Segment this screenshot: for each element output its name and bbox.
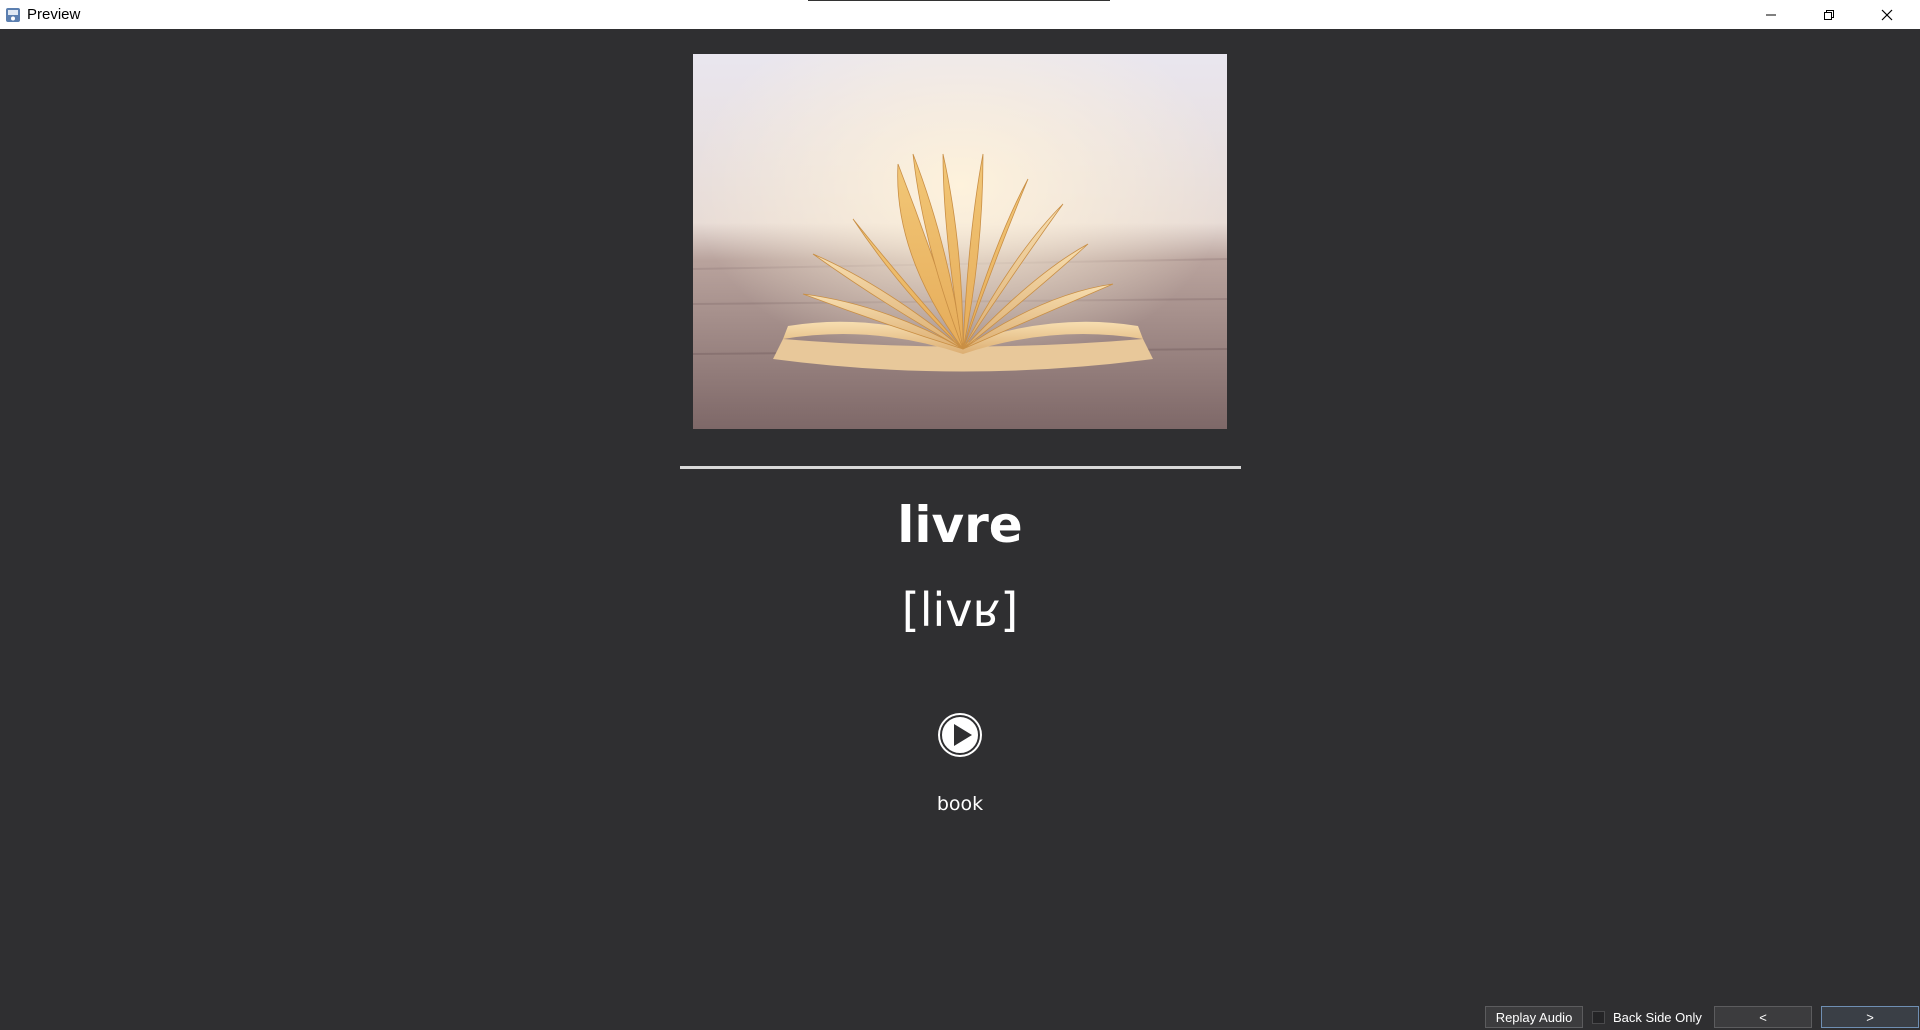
card-word: livre [897,496,1023,554]
back-side-only-label: Back Side Only [1613,1009,1702,1025]
book-photo [693,54,1227,429]
minimize-button[interactable] [1742,0,1800,29]
next-card-button[interactable]: > [1821,1006,1919,1028]
back-side-only-checkbox[interactable] [1592,1010,1605,1024]
title-bar-indicator [808,0,1110,1]
card-meaning: book [936,793,984,815]
app-icon [5,7,21,23]
card-image [693,54,1227,429]
minimize-icon [1766,14,1776,15]
restore-icon [1824,9,1834,20]
replay-audio-button[interactable]: Replay Audio [1485,1006,1583,1028]
back-side-only-toggle[interactable]: Back Side Only [1592,1008,1702,1026]
previous-card-button[interactable]: < [1714,1006,1812,1028]
preview-window: Preview livre [livʁ] book Replay Audio B… [0,0,1920,1030]
window-title: Preview [27,6,81,23]
play-audio-button[interactable] [937,712,983,758]
title-bar: Preview [0,0,1920,29]
card-divider [680,466,1241,469]
close-button[interactable] [1858,0,1916,29]
restore-button[interactable] [1800,0,1858,29]
close-icon [1881,9,1893,20]
play-circle-icon [938,713,982,757]
card-pronunciation: [livʁ] [901,583,1019,637]
